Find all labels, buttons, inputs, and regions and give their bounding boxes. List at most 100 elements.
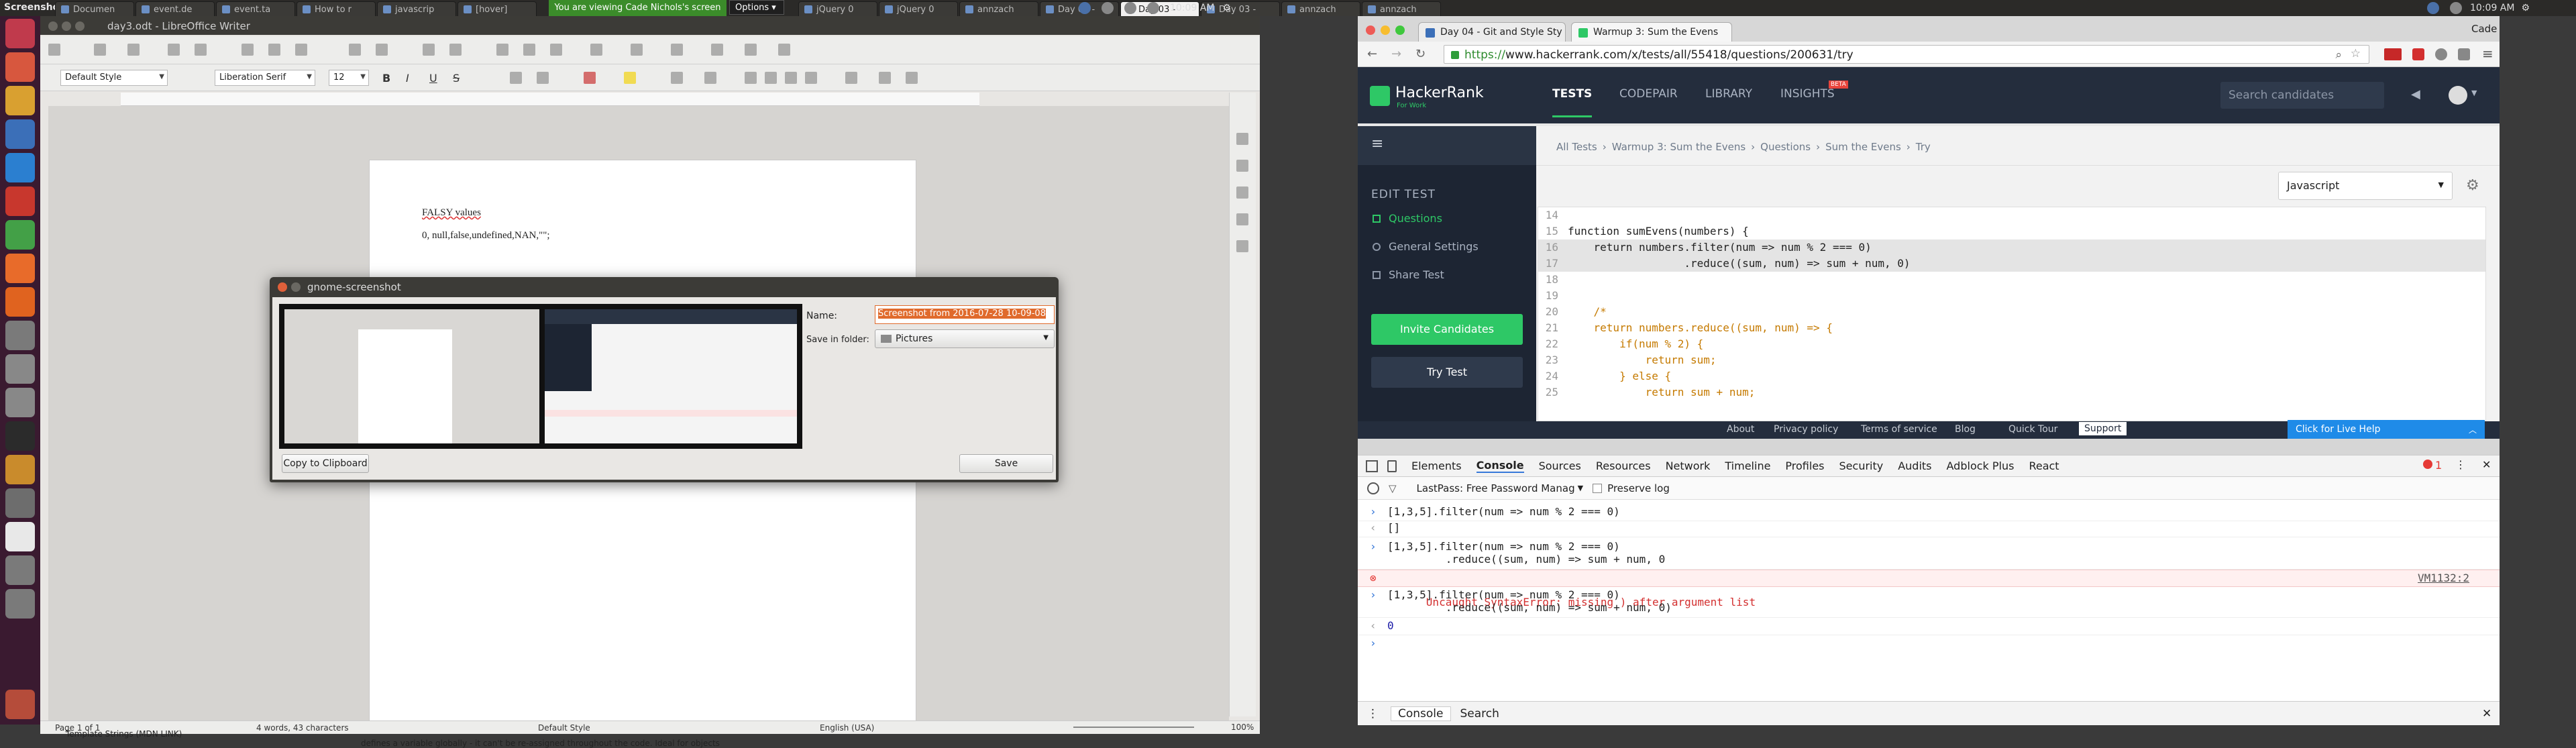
forward-icon[interactable]: → <box>1391 47 1401 61</box>
tab-profiles[interactable]: Profiles <box>1785 460 1824 472</box>
files-icon[interactable] <box>5 488 35 518</box>
save-icon[interactable] <box>127 44 140 56</box>
chevron-down-icon[interactable]: ▼ <box>1578 484 1583 492</box>
code-editor[interactable]: 14 15 function sumEvens(numbers) {16 retur… <box>1538 207 2486 421</box>
try-test-button[interactable]: Try Test <box>1371 357 1523 388</box>
text-icon[interactable] <box>1236 186 1248 199</box>
trash-icon[interactable] <box>5 690 35 719</box>
special-char-icon[interactable] <box>590 44 602 56</box>
avatar[interactable] <box>2449 86 2467 105</box>
export-pdf-icon[interactable] <box>168 44 180 56</box>
chevron-down-icon[interactable]: ▼ <box>2471 89 2477 97</box>
bold-icon[interactable]: B <box>382 72 394 85</box>
zoom-slider[interactable] <box>1073 727 1194 728</box>
breadcrumb-questions[interactable]: Questions <box>1760 141 1811 153</box>
breadcrumb-all-tests[interactable]: All Tests <box>1556 141 1597 153</box>
minimize-icon[interactable] <box>62 21 71 31</box>
panel-tab[interactable]: javascrip <box>377 1 456 16</box>
profile-name[interactable]: Cade <box>2471 23 2497 35</box>
language-select[interactable]: Javascript ▼ <box>2278 172 2453 200</box>
table-icon[interactable] <box>496 44 508 56</box>
draw-icon[interactable] <box>778 44 790 56</box>
find-icon[interactable] <box>423 44 435 56</box>
text-editor-icon[interactable] <box>5 522 35 551</box>
editor-settings-icon[interactable]: ⚙ <box>2466 177 2479 194</box>
numbering-icon[interactable] <box>704 72 716 84</box>
writer-icon[interactable] <box>5 119 35 149</box>
minimize-icon[interactable] <box>1381 25 1390 35</box>
gear-icon[interactable]: ⚙ <box>1222 3 1231 13</box>
panel-tab[interactable]: event.de <box>136 1 215 16</box>
tab-security[interactable]: Security <box>1839 460 1884 472</box>
paragraph-style-combo[interactable]: Default Style ▼ <box>60 70 168 86</box>
sublime-icon[interactable] <box>5 455 35 484</box>
superscript-icon[interactable] <box>510 72 522 84</box>
outdent-icon[interactable] <box>906 72 918 84</box>
software-center-icon[interactable] <box>5 287 35 317</box>
redo-icon[interactable] <box>376 44 388 56</box>
chrome-tab[interactable]: Day 04 - Git and Style Sty <box>1418 22 1566 42</box>
footer-quick-tour[interactable]: Quick Tour <box>2008 424 2057 435</box>
inspect-icon[interactable] <box>1366 460 1378 472</box>
clock-left[interactable]: 10:09 AM <box>1170 3 1214 13</box>
extension-icon[interactable] <box>2435 48 2447 60</box>
nav-insights[interactable]: INSIGHTS <box>1780 87 1835 101</box>
drawer-tab-console[interactable]: Console <box>1391 706 1451 721</box>
nav-tests[interactable]: TESTS <box>1552 87 1593 117</box>
more-icon[interactable]: ⋮ <box>1367 707 1379 720</box>
announcement-icon[interactable]: ◀ <box>2411 87 2420 101</box>
minimize-icon[interactable] <box>291 282 301 292</box>
copy-icon[interactable] <box>268 44 280 56</box>
chrome-tab-active[interactable]: Warmup 3: Sum the Evens <box>1571 22 1732 42</box>
console-prompt[interactable]: › <box>1358 637 2500 653</box>
volume-icon[interactable] <box>1147 2 1159 14</box>
tab-sources[interactable]: Sources <box>1539 460 1581 472</box>
footer-support[interactable]: Support <box>2079 422 2127 435</box>
side-item-general-settings[interactable]: General Settings <box>1389 240 1479 253</box>
extension-icon[interactable] <box>2458 48 2470 60</box>
error-source-link[interactable]: VM1132:2 <box>2418 572 2469 584</box>
image-icon[interactable] <box>523 44 535 56</box>
star-icon[interactable]: ☆ <box>2351 47 2361 60</box>
filter-icon[interactable]: ▽ <box>1389 482 1397 494</box>
options-button[interactable]: Options ▾ <box>729 0 784 15</box>
live-help-button[interactable]: Click for Live Help ︿ <box>2288 420 2485 440</box>
error-count[interactable]: 1 <box>2435 459 2442 472</box>
line-spacing-icon[interactable] <box>845 72 857 84</box>
styles-icon[interactable] <box>1236 160 1248 172</box>
close-icon[interactable]: ✕ <box>2482 458 2491 471</box>
panel-tab[interactable]: Documen <box>55 1 134 16</box>
close-icon[interactable] <box>48 21 58 31</box>
hyperlink-icon[interactable] <box>631 44 643 56</box>
lastpass-icon[interactable] <box>2384 48 2402 60</box>
align-right-icon[interactable] <box>785 72 797 84</box>
name-field[interactable]: Screenshot from 2016-07-28 10-09-08 <box>875 305 1055 324</box>
comment-icon[interactable] <box>671 44 683 56</box>
breadcrumb-question[interactable]: Sum the Evens <box>1825 141 1901 153</box>
tab-timeline[interactable]: Timeline <box>1725 460 1770 472</box>
chart-icon[interactable] <box>550 44 562 56</box>
panel-tab[interactable]: jQuery 0 <box>879 1 958 16</box>
zoom-icon[interactable] <box>5 153 35 182</box>
invite-candidates-button[interactable]: Invite Candidates <box>1371 314 1523 345</box>
save-button[interactable]: Save <box>959 454 1053 473</box>
strikethrough-icon[interactable]: S <box>453 72 465 85</box>
panel-tab[interactable]: event.ta <box>216 1 295 16</box>
tab-adblock[interactable]: Adblock Plus <box>1947 460 2015 472</box>
new-icon[interactable] <box>48 44 60 56</box>
highlight-icon[interactable] <box>624 72 636 84</box>
close-icon[interactable] <box>278 282 287 292</box>
maximize-icon[interactable] <box>75 21 85 31</box>
ruler[interactable] <box>121 93 979 106</box>
underline-icon[interactable]: U <box>429 72 441 85</box>
device-icon[interactable] <box>1387 460 1397 472</box>
font-size-combo[interactable]: 12 ▼ <box>329 70 369 86</box>
footer-about[interactable]: About <box>1727 424 1754 435</box>
nav-codepair[interactable]: CODEPAIR <box>1619 87 1678 101</box>
volume-icon[interactable] <box>2450 2 2462 14</box>
print-icon[interactable] <box>195 44 207 56</box>
copy-to-clipboard-button[interactable]: Copy to Clipboard <box>282 454 369 473</box>
tab-console[interactable]: Console <box>1476 459 1524 473</box>
address-bar[interactable]: https://www.hackerrank.com/x/tests/all/5… <box>1444 45 2369 64</box>
settings-icon[interactable] <box>5 321 35 350</box>
